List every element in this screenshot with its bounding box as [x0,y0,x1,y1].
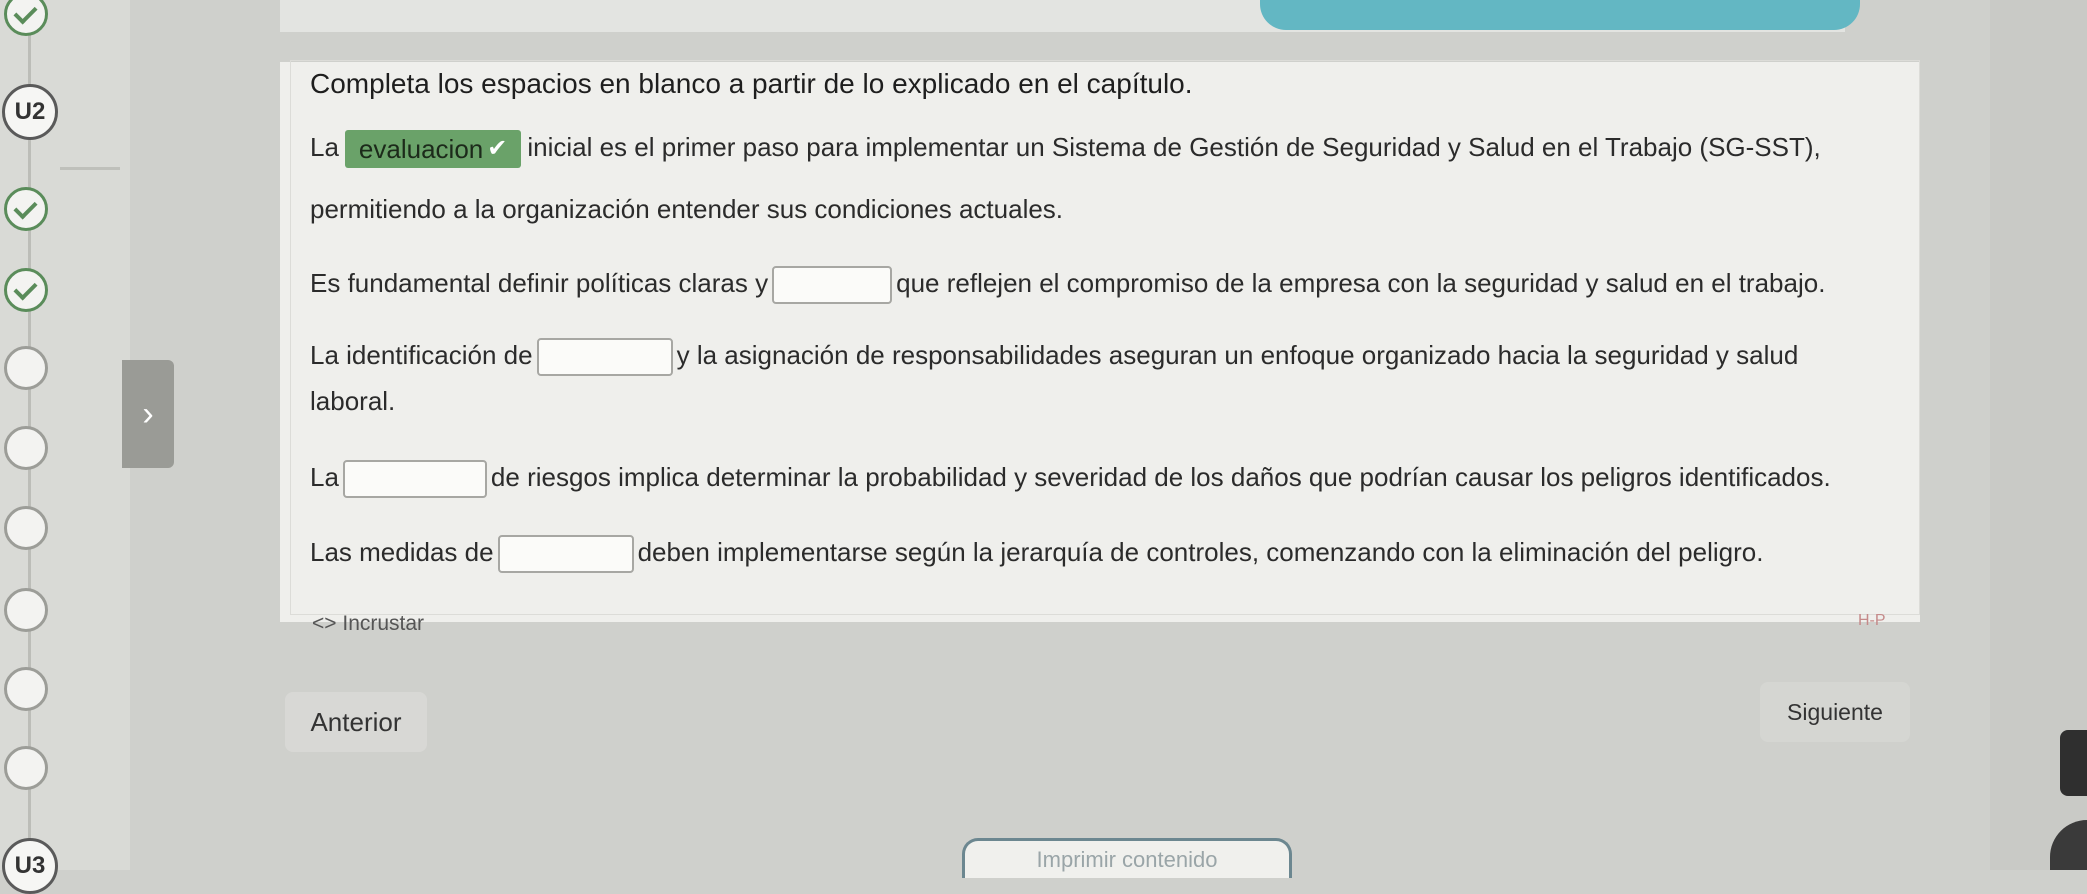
answer-blank-5[interactable] [497,535,634,574]
chevron-right-icon: › [142,394,154,433]
side-handle[interactable] [2060,730,2087,796]
check-icon: ✔ [487,135,508,163]
lesson-node-9[interactable] [4,746,48,790]
lesson-node-4[interactable] [4,346,48,390]
lesson-node-8[interactable] [4,667,48,711]
sentence-2: Es fundamental definir políticas claras … [310,266,1825,305]
previous-button[interactable]: Anterior [285,692,427,752]
sentence-5: Las medidas de deben implementarse según … [310,535,1763,574]
exercise-instruction: Completa los espacios en blanco a partir… [310,68,1193,99]
embed-link[interactable]: <> Incrustar [312,612,424,636]
top-accent-tab [1260,0,1860,30]
answer-blank-1[interactable]: evaluacion ✔ [344,130,522,169]
answer-blank-4[interactable] [342,460,487,499]
lesson-node-5[interactable] [4,426,48,470]
rail-divider [60,167,120,170]
answer-blank-2[interactable] [772,266,893,305]
lesson-node-3[interactable] [4,268,48,312]
next-button[interactable]: Siguiente [1760,682,1910,742]
unit-badge-u2[interactable]: U2 [2,84,58,140]
lesson-node-7[interactable] [4,588,48,632]
sentence-1-line-2: permitiendo a la organización entender s… [310,194,1064,224]
answer-blank-3[interactable] [536,338,673,377]
lesson-node-6[interactable] [4,506,48,550]
print-content-button[interactable]: Imprimir contenido [962,838,1292,878]
sentence-1: La evaluacion ✔ inicial es el primer paso p… [310,130,1821,169]
unit-badge-u3[interactable]: U3 [2,838,58,894]
sentence-3: La identificación de y la asignación de r… [310,338,1798,377]
hp-logo: H-P [1858,612,1886,629]
lesson-node-2[interactable] [4,187,48,231]
sentence-4: La de riesgos implica determinar la proba… [310,460,1831,499]
expand-sidebar-button[interactable]: › [122,360,174,468]
sentence-3-line-2: laboral. [310,386,396,416]
